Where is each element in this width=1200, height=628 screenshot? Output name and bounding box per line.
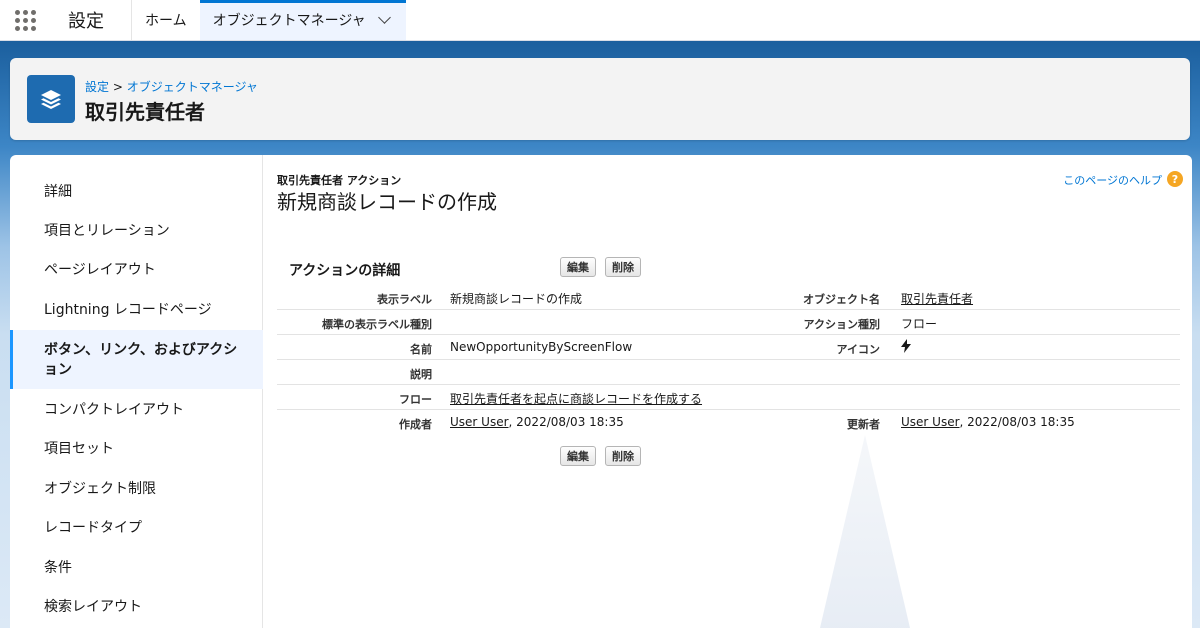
modified-by-user-link[interactable]: User User <box>901 415 960 429</box>
page-title: 取引先責任者 <box>85 100 205 124</box>
delete-button[interactable]: 削除 <box>605 257 641 277</box>
sidebar-item-label: オブジェクト制限 <box>44 481 156 497</box>
action-type-value: フロー <box>901 317 938 331</box>
action-type-label: アクション種別 <box>803 318 880 331</box>
main-panel: 詳細 項目とリレーション ページレイアウト Lightning レコードページ … <box>10 155 1192 628</box>
sidebar-item-lightning-pages[interactable]: Lightning レコードページ <box>10 290 263 328</box>
breadcrumb: 設定 > オブジェクトマネージャ <box>85 78 258 95</box>
global-nav: 設定 ホーム オブジェクトマネージャ <box>0 0 1200 41</box>
modified-date: , 2022/08/03 18:35 <box>959 415 1075 429</box>
detail-row: 説明 <box>277 360 1180 385</box>
breadcrumb-object-manager-link[interactable]: オブジェクトマネージャ <box>127 80 258 94</box>
flow-link[interactable]: 取引先責任者を起点に商談レコードを作成する <box>450 392 702 406</box>
object-name-link[interactable]: 取引先責任者 <box>901 292 973 306</box>
background-watermark <box>820 435 910 628</box>
flow-label: フロー <box>399 393 432 406</box>
sidebar-item-label: レコードタイプ <box>44 520 142 536</box>
sidebar-item-label: 項目とリレーション <box>44 223 170 239</box>
sidebar-item-buttons-links-actions[interactable]: ボタン、リンク、およびアクション <box>10 330 263 389</box>
app-launcher-waffle-icon <box>14 9 36 31</box>
sidebar-item-label: 検索レイアウト <box>44 599 142 615</box>
sidebar-item-label: ページレイアウト <box>44 262 156 278</box>
sidebar-item-search-layouts[interactable]: 検索レイアウト <box>10 587 263 625</box>
content-area: 取引先責任者 アクション 新規商談レコードの作成 このページのヘルプ ? アクシ… <box>264 155 1192 628</box>
action-title: 新規商談レコードの作成 <box>277 190 497 214</box>
detail-row: 作成者 User User, 2022/08/03 18:35 更新者 User… <box>277 410 1180 435</box>
app-launcher-button[interactable] <box>0 0 50 40</box>
display-label-value: 新規商談レコードの作成 <box>450 292 583 306</box>
created-date: , 2022/08/03 18:35 <box>508 415 624 429</box>
object-name-label: オブジェクト名 <box>803 293 880 306</box>
object-header: 設定 > オブジェクトマネージャ 取引先責任者 <box>10 58 1190 140</box>
sidebar-item-details[interactable]: 詳細 <box>10 172 263 210</box>
help-icon[interactable]: ? <box>1167 171 1183 187</box>
sidebar-item-label: Lightning レコードページ <box>44 302 212 318</box>
sidebar-item-compact-layouts[interactable]: コンパクトレイアウト <box>10 390 263 428</box>
breadcrumb-setup-link[interactable]: 設定 <box>85 80 109 94</box>
sidebar-item-record-types[interactable]: レコードタイプ <box>10 508 263 546</box>
name-value: NewOpportunityByScreenFlow <box>450 340 633 354</box>
app-name: 設定 <box>50 0 132 40</box>
modified-by-value: User User, 2022/08/03 18:35 <box>901 415 1075 429</box>
sidebar-item-object-limits[interactable]: オブジェクト制限 <box>10 469 263 507</box>
lightning-bolt-icon <box>901 339 911 356</box>
tab-object-manager[interactable]: オブジェクトマネージャ <box>199 0 406 40</box>
detail-row: 表示ラベル 新規商談レコードの作成 オブジェクト名 取引先責任者 <box>277 285 1180 310</box>
sidebar-item-field-sets[interactable]: 項目セット <box>10 429 263 467</box>
sidebar-item-label: 項目セット <box>44 441 114 457</box>
sidebar-item-label: ボタン、リンク、およびアクション <box>44 341 238 378</box>
standard-label-type-label: 標準の表示ラベル種別 <box>322 318 432 331</box>
sidebar-item-label: 条件 <box>44 560 72 576</box>
detail-row: 標準の表示ラベル種別 アクション種別 フロー <box>277 310 1180 335</box>
sidebar: 詳細 項目とリレーション ページレイアウト Lightning レコードページ … <box>10 155 263 628</box>
name-label: 名前 <box>410 343 432 356</box>
sidebar-item-conditions[interactable]: 条件 <box>10 548 263 586</box>
chevron-down-icon[interactable] <box>377 11 391 24</box>
created-by-user-link[interactable]: User User <box>450 415 509 429</box>
object-name-value: 取引先責任者 <box>901 290 973 307</box>
help-link[interactable]: このページのヘルプ <box>1063 172 1162 188</box>
sidebar-item-fields[interactable]: 項目とリレーション <box>10 211 263 249</box>
created-by-label: 作成者 <box>399 418 432 431</box>
tab-object-manager-label: オブジェクトマネージャ <box>212 13 366 29</box>
tab-home[interactable]: ホーム <box>132 0 200 40</box>
created-by-value: User User, 2022/08/03 18:35 <box>450 415 624 429</box>
flow-value: 取引先責任者を起点に商談レコードを作成する <box>450 390 702 407</box>
breadcrumb-separator: > <box>112 80 123 94</box>
delete-button-bottom[interactable]: 削除 <box>605 446 641 466</box>
icon-label: アイコン <box>836 343 880 356</box>
tab-home-label: ホーム <box>145 13 187 29</box>
sidebar-item-label: 詳細 <box>44 184 72 200</box>
detail-row: 名前 NewOpportunityByScreenFlow アイコン <box>277 335 1180 360</box>
detail-table: 表示ラベル 新規商談レコードの作成 オブジェクト名 取引先責任者 標準の表示ラベ… <box>277 285 1180 435</box>
section-title: アクションの詳細 <box>289 263 401 279</box>
modified-by-label: 更新者 <box>847 418 880 431</box>
detail-row: フロー 取引先責任者を起点に商談レコードを作成する <box>277 385 1180 410</box>
layers-icon <box>27 75 75 123</box>
edit-button-bottom[interactable]: 編集 <box>560 446 596 466</box>
edit-button[interactable]: 編集 <box>560 257 596 277</box>
display-label-label: 表示ラベル <box>377 293 432 306</box>
sidebar-item-page-layouts[interactable]: ページレイアウト <box>10 250 263 288</box>
sidebar-item-label: コンパクトレイアウト <box>44 402 184 418</box>
description-label: 説明 <box>410 368 432 381</box>
